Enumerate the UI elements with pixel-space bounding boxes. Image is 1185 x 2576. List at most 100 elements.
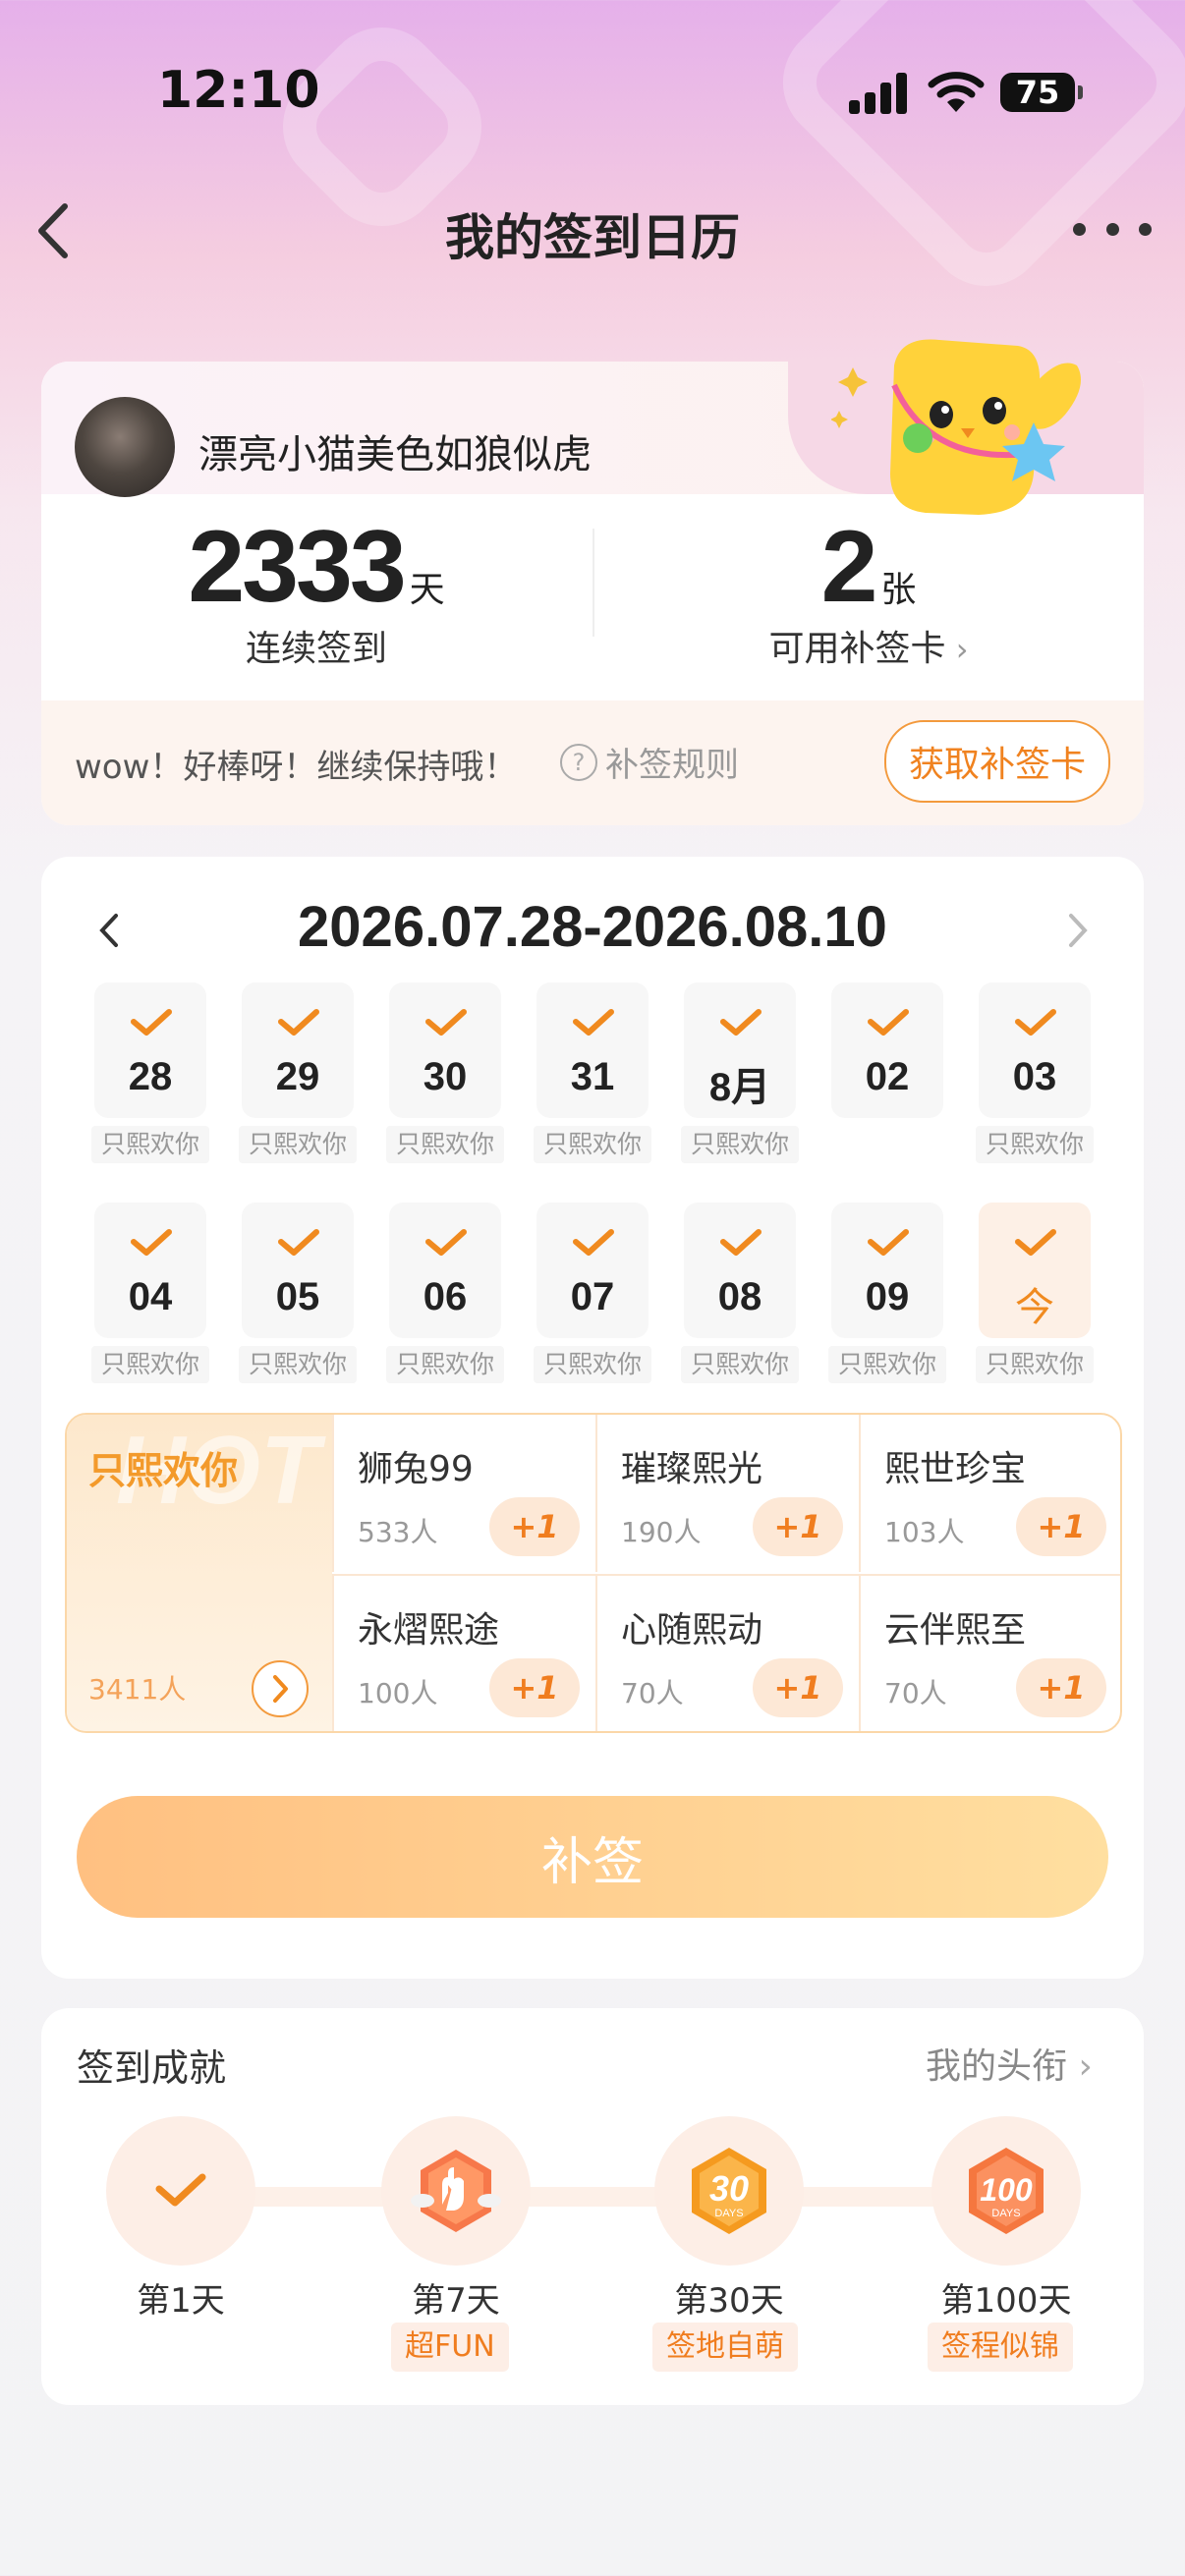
calendar-day[interactable]: 05	[242, 1203, 354, 1338]
rules-link[interactable]: ? 补签规则	[560, 738, 739, 786]
day-number: 今	[1015, 1285, 1054, 1330]
username: 漂亮小猫美色如狼似虎	[198, 432, 592, 477]
plus-one-button[interactable]: +1	[489, 1658, 580, 1717]
day-number: 31	[570, 1055, 615, 1098]
my-titles-label: 我的头衔	[926, 2046, 1068, 2087]
badge-label: 第1天	[137, 2281, 225, 2321]
calendar-card: 2026.07.28-2026.08.10 28 29 30 31 8月 02 …	[41, 857, 1144, 1979]
more-icon[interactable]	[1073, 204, 1152, 253]
check-icon	[720, 1229, 762, 1256]
tag-option[interactable]: 永熠熙途 100人 +1	[332, 1574, 595, 1731]
calendar-day[interactable]: 28	[94, 982, 206, 1118]
day-tag: 只熙欢你	[91, 1126, 209, 1163]
plus-one-button[interactable]: +1	[489, 1497, 580, 1556]
battery-icon: 75	[1000, 73, 1083, 112]
calendar-day[interactable]: 04	[94, 1203, 206, 1338]
day-number: 05	[275, 1275, 320, 1318]
streak-value: 2333	[188, 510, 406, 624]
badge-title: 签程似锦	[928, 2323, 1073, 2372]
streak-label: 连续签到	[245, 629, 387, 669]
day-tag: 只熙欢你	[91, 1346, 209, 1383]
30-days-badge-icon: 30 DAYS	[692, 2148, 766, 2234]
badge-day30[interactable]: 30 DAYS	[654, 2116, 804, 2266]
resign-button[interactable]: 补签	[77, 1796, 1108, 1918]
badge-day100[interactable]: 100 DAYS	[931, 2116, 1081, 2266]
arrow-right-icon[interactable]	[252, 1660, 309, 1717]
tag-option-count: 533人	[358, 1516, 438, 1548]
achievements-title: 签到成就	[77, 2046, 227, 2090]
day-number: 07	[570, 1275, 615, 1318]
page-title: 我的签到日历	[445, 209, 740, 266]
makeup-cards-stat[interactable]: 2张 可用补签卡 ›	[593, 509, 1144, 671]
calendar-day[interactable]: 07	[536, 1203, 649, 1338]
tag-option[interactable]: 心随熙动 70人 +1	[595, 1574, 859, 1731]
tag-option-name: 璀璨熙光	[621, 1449, 763, 1489]
calendar-day[interactable]: 06	[389, 1203, 501, 1338]
tag-option[interactable]: 狮兔99 533人 +1	[332, 1415, 595, 1572]
tag-option-name: 熙世珍宝	[884, 1449, 1027, 1489]
calendar-day-today[interactable]: 今	[979, 1203, 1091, 1338]
badge-day7[interactable]	[381, 2116, 531, 2266]
avatar[interactable]	[75, 397, 175, 497]
cards-unit: 张	[880, 570, 917, 610]
my-titles-link[interactable]: 我的头衔 ›	[926, 2038, 1093, 2089]
rules-label: 补签规则	[605, 746, 739, 785]
check-icon	[573, 1009, 614, 1036]
plus-one-button[interactable]: +1	[753, 1497, 843, 1556]
plus-one-button[interactable]: +1	[753, 1658, 843, 1717]
plus-one-button[interactable]: +1	[1016, 1497, 1106, 1556]
featured-tag-count: 3411人	[88, 1673, 187, 1706]
check-icon	[131, 1009, 172, 1036]
check-icon	[1015, 1229, 1056, 1256]
calendar-day[interactable]: 09	[831, 1203, 943, 1338]
mascot-illustration	[831, 339, 1081, 515]
badge-title: 超FUN	[391, 2323, 509, 2372]
tag-option-name: 永熠熙途	[358, 1610, 500, 1651]
calendar-day[interactable]: 02	[831, 982, 943, 1118]
get-card-button[interactable]: 获取补签卡	[884, 720, 1110, 803]
check-icon	[155, 2173, 206, 2207]
svg-text:30: 30	[709, 2168, 749, 2209]
calendar-day[interactable]: 08	[684, 1203, 796, 1338]
date-range: 2026.07.28-2026.08.10	[298, 895, 887, 959]
tag-option-name: 狮兔99	[358, 1449, 474, 1489]
day-tag: 只熙欢你	[976, 1346, 1094, 1383]
day-number: 8月	[708, 1066, 771, 1109]
day-tag: 只熙欢你	[681, 1346, 799, 1383]
badge-day1[interactable]	[106, 2116, 255, 2266]
chevron-right-icon: ›	[1067, 2046, 1093, 2087]
cheer-bar: wow！好棒呀！继续保持哦！ ? 补签规则 获取补签卡	[41, 700, 1144, 825]
tag-option[interactable]: 熙世珍宝 103人 +1	[859, 1415, 1120, 1572]
cards-label: 可用补签卡	[768, 629, 946, 669]
check-icon	[573, 1229, 614, 1256]
calendar-day[interactable]: 30	[389, 982, 501, 1118]
calendar-day[interactable]: 31	[536, 982, 649, 1118]
plus-one-button[interactable]: +1	[1016, 1658, 1106, 1717]
day-number: 28	[128, 1055, 173, 1098]
check-icon	[720, 1009, 762, 1036]
check-icon	[868, 1229, 909, 1256]
calendar-day[interactable]: 29	[242, 982, 354, 1118]
achievements-card: 签到成就 我的头衔 › 30 DAYS 100 DAYS 第1天 第7天 第30…	[41, 2008, 1144, 2405]
wifi-icon	[928, 72, 985, 112]
tag-option-count: 103人	[884, 1516, 965, 1548]
tag-option-count: 70人	[621, 1677, 684, 1709]
tag-option-name: 心随熙动	[621, 1610, 763, 1651]
day-number: 30	[423, 1055, 468, 1098]
svg-text:100: 100	[980, 2172, 1033, 2208]
calendar-day[interactable]: 8月	[684, 982, 796, 1118]
check-icon	[278, 1009, 319, 1036]
day-tag: 只熙欢你	[239, 1126, 357, 1163]
tag-option[interactable]: 云伴熙至 70人 +1	[859, 1574, 1120, 1731]
tag-option-count: 100人	[358, 1677, 438, 1709]
featured-tag[interactable]: HOT 只熙欢你 3411人	[67, 1415, 332, 1731]
tag-option[interactable]: 璀璨熙光 190人 +1	[595, 1415, 859, 1572]
badge-label: 第30天	[674, 2281, 784, 2321]
day-tag: 只熙欢你	[976, 1126, 1094, 1163]
status-bar: 12:10 75	[0, 0, 1185, 187]
chevron-right-icon[interactable]	[1057, 906, 1097, 955]
check-icon	[425, 1229, 467, 1256]
calendar-day[interactable]: 03	[979, 982, 1091, 1118]
day-number: 04	[128, 1275, 173, 1318]
day-tag: 只熙欢你	[386, 1126, 504, 1163]
